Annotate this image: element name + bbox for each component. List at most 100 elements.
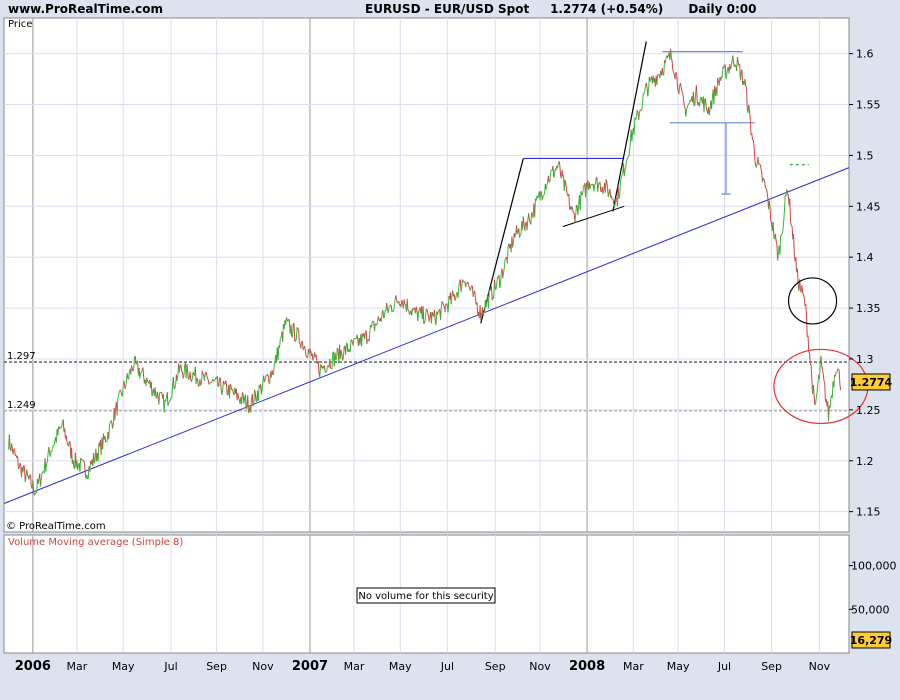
price-segment bbox=[248, 410, 250, 414]
x-tick-label: Mar bbox=[623, 660, 644, 673]
price-segment bbox=[802, 292, 804, 295]
price-segment bbox=[734, 64, 737, 66]
volume-panel-title: Volume Moving average (Simple 8) bbox=[8, 537, 183, 548]
price-segment bbox=[213, 379, 216, 382]
price-segment bbox=[597, 182, 600, 186]
price-segment bbox=[60, 426, 63, 429]
price-segment bbox=[106, 440, 108, 443]
x-tick-label: May bbox=[389, 660, 412, 673]
price-segment bbox=[762, 177, 765, 180]
price-segment bbox=[209, 382, 211, 384]
price-segment bbox=[770, 220, 772, 223]
price-segment bbox=[658, 73, 660, 76]
y-tick-label: 1.25 bbox=[856, 404, 881, 417]
price-segment bbox=[29, 474, 31, 476]
price-segment bbox=[202, 373, 204, 375]
price-segment bbox=[192, 371, 195, 375]
x-tick-label: Jul bbox=[440, 660, 454, 673]
price-segment bbox=[687, 103, 690, 106]
price-segment bbox=[105, 441, 107, 443]
price-segment bbox=[33, 493, 36, 496]
x-tick-label: Sep bbox=[761, 660, 782, 673]
price-segment bbox=[46, 461, 48, 464]
price-segment bbox=[168, 401, 170, 403]
x-tick-label: May bbox=[112, 660, 135, 673]
price-segment bbox=[320, 364, 322, 366]
price-axis-title: Price bbox=[8, 19, 32, 30]
price-segment bbox=[110, 420, 113, 423]
price-segment bbox=[27, 474, 29, 478]
price-segment bbox=[809, 363, 812, 365]
price-segment bbox=[823, 380, 826, 384]
price-segment bbox=[41, 471, 44, 474]
price-segment bbox=[542, 194, 545, 197]
price-segment bbox=[621, 173, 624, 175]
x-tick-label: May bbox=[667, 660, 690, 673]
price-segment bbox=[514, 235, 517, 238]
price-segment bbox=[330, 367, 332, 369]
volume-tag: 16,279 bbox=[850, 634, 892, 647]
x-tick-label: Jul bbox=[717, 660, 731, 673]
price-segment bbox=[838, 368, 840, 371]
price-segment bbox=[681, 91, 684, 93]
price-segment bbox=[292, 322, 295, 325]
y-tick-label: 1.55 bbox=[856, 99, 881, 112]
price-segment bbox=[626, 156, 629, 159]
chart-canvas: 2006 Mar May Jul Sep Nov 2007 Mar May Jul Sep Nov 20… bbox=[3, 17, 897, 674]
x-tick-label: Jul bbox=[163, 660, 177, 673]
y-tick-label: 1.5 bbox=[856, 149, 874, 162]
price-segment bbox=[418, 309, 420, 313]
price-segment bbox=[675, 71, 678, 74]
price-segment bbox=[693, 104, 696, 107]
price-segment bbox=[119, 389, 122, 392]
x-tick-label: 2006 bbox=[15, 659, 51, 674]
price-segment bbox=[780, 233, 783, 236]
y-tick-label: 1.45 bbox=[856, 200, 881, 213]
price-segment bbox=[468, 285, 470, 288]
price-segment bbox=[238, 398, 240, 400]
volume-tick-label: 100,000 bbox=[851, 560, 897, 573]
price-segment bbox=[336, 347, 339, 350]
price-segment bbox=[543, 193, 545, 196]
price-segment bbox=[252, 404, 255, 407]
y-tick-label: 1.15 bbox=[856, 506, 881, 519]
price-segment bbox=[169, 397, 172, 400]
price-segment bbox=[374, 323, 377, 325]
price-segment bbox=[288, 318, 290, 322]
level-label: 1.249 bbox=[7, 400, 36, 411]
price-segment bbox=[814, 403, 816, 406]
price-segment bbox=[241, 392, 244, 395]
price-segment bbox=[81, 459, 84, 461]
price-segment bbox=[519, 234, 522, 236]
price-segment bbox=[117, 395, 120, 398]
level-label: 1.297 bbox=[7, 351, 36, 362]
price-segment bbox=[80, 457, 82, 460]
price-segment bbox=[686, 104, 689, 108]
price-segment bbox=[759, 163, 761, 165]
last-price-tag: 1.2774 bbox=[850, 376, 893, 389]
y-tick-label: 1.2 bbox=[856, 455, 874, 468]
price-segment bbox=[575, 204, 578, 208]
y-tick-label: 1.6 bbox=[856, 48, 874, 61]
price-segment bbox=[550, 169, 552, 173]
price-segment bbox=[441, 301, 444, 304]
x-tick-label: Nov bbox=[809, 660, 831, 673]
price-segment bbox=[471, 285, 473, 287]
x-tick-label: Nov bbox=[252, 660, 274, 673]
price-segment bbox=[537, 195, 539, 199]
price-segment bbox=[325, 371, 328, 373]
price-segment bbox=[409, 313, 411, 315]
price-segment bbox=[267, 373, 269, 376]
watermark: © ProRealTime.com bbox=[6, 521, 106, 532]
y-tick-label: 1.4 bbox=[856, 251, 874, 264]
price-segment bbox=[13, 448, 16, 451]
price-segment bbox=[173, 387, 176, 390]
x-tick-label: Sep bbox=[206, 660, 227, 673]
price-segment bbox=[272, 373, 274, 376]
x-tick-label: 2008 bbox=[569, 659, 605, 674]
price-segment bbox=[469, 288, 472, 291]
chart-window: www.ProRealTime.com EURUSD - EUR/USD Spo… bbox=[0, 0, 900, 700]
price-segment bbox=[548, 181, 551, 183]
x-tick-label: Mar bbox=[344, 660, 365, 673]
y-tick-label: 1.3 bbox=[856, 353, 874, 366]
